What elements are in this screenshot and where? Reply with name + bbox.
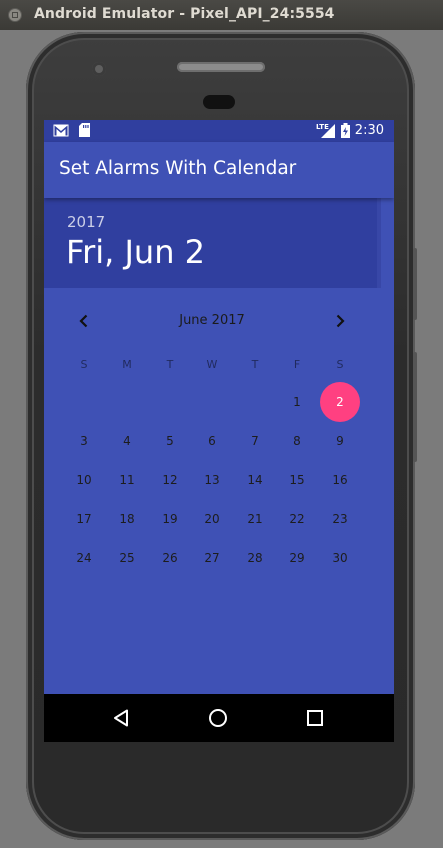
calendar-day[interactable]: 13: [192, 460, 232, 500]
calendar-day[interactable]: 8: [277, 421, 317, 461]
calendar-day[interactable]: 29: [277, 538, 317, 578]
calendar-day[interactable]: 3: [64, 421, 104, 461]
window-title: Android Emulator - Pixel_API_24:5554: [34, 6, 335, 22]
calendar-day[interactable]: 10: [64, 460, 104, 500]
close-window-icon[interactable]: [8, 8, 22, 22]
front-camera: [92, 62, 106, 76]
calendar-day[interactable]: 26: [150, 538, 190, 578]
navigation-bar: [44, 694, 394, 742]
calendar-day[interactable]: 11: [107, 460, 147, 500]
back-icon[interactable]: [112, 708, 132, 728]
calendar-day[interactable]: 5: [150, 421, 190, 461]
recents-icon[interactable]: [305, 708, 325, 728]
calendar-day[interactable]: 19: [150, 499, 190, 539]
calendar-day[interactable]: 24: [64, 538, 104, 578]
calendar-day[interactable]: 28: [235, 538, 275, 578]
window-titlebar: Android Emulator - Pixel_API_24:5554: [0, 0, 443, 30]
power-button: [413, 248, 417, 320]
calendar-day[interactable]: 20: [192, 499, 232, 539]
calendar-day[interactable]: 25: [107, 538, 147, 578]
app-bar: Set Alarms With Calendar: [44, 142, 394, 198]
app-title: Set Alarms With Calendar: [59, 158, 297, 179]
calendar-day[interactable]: 30: [320, 538, 360, 578]
calendar-day[interactable]: 7: [235, 421, 275, 461]
calendar-day[interactable]: 21: [235, 499, 275, 539]
calendar-day[interactable]: 16: [320, 460, 360, 500]
calendar-day[interactable]: 9: [320, 421, 360, 461]
calendar-day[interactable]: 12: [150, 460, 190, 500]
calendar-day[interactable]: 4: [107, 421, 147, 461]
calendar-day[interactable]: 17: [64, 499, 104, 539]
earpiece-speaker: [177, 62, 265, 72]
home-icon[interactable]: [208, 708, 228, 728]
calendar-day[interactable]: 23: [320, 499, 360, 539]
calendar-day[interactable]: 22: [277, 499, 317, 539]
calendar-day[interactable]: 27: [192, 538, 232, 578]
proximity-sensor: [203, 95, 235, 109]
calendar-day[interactable]: 18: [107, 499, 147, 539]
calendar-day[interactable]: 6: [192, 421, 232, 461]
calendar-day-grid: 1 2 3 4 5 6 7 8 9 10 11 12 13 14 15 16 17 18 19 20 21 22 23 24 2…: [44, 120, 394, 742]
device-screen: LTE 2:30 Set Alarms With Calendar 2017 F…: [44, 120, 394, 742]
calendar-day-selected[interactable]: 2: [320, 382, 360, 422]
calendar-day[interactable]: 14: [235, 460, 275, 500]
calendar-day[interactable]: 15: [277, 460, 317, 500]
volume-rocker: [413, 352, 417, 462]
calendar-day[interactable]: 1: [277, 382, 317, 422]
